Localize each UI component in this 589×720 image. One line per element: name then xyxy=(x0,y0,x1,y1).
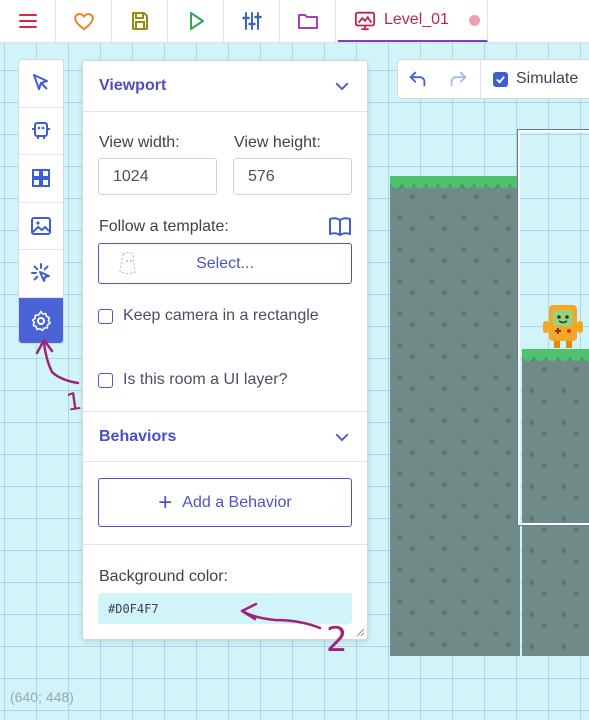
character-sprite[interactable] xyxy=(540,303,586,349)
select-template-button[interactable]: Select... xyxy=(98,243,352,284)
ui-layer-label: Is this room a UI layer? xyxy=(123,371,288,388)
play-icon xyxy=(189,12,204,30)
image-icon xyxy=(31,216,51,235)
bg-color-label: Background color: xyxy=(99,568,228,585)
tab-level-01[interactable]: Level_01 xyxy=(338,0,488,42)
grid-icon xyxy=(32,169,50,188)
tool-copies[interactable] xyxy=(19,108,63,155)
template-placeholder-icon xyxy=(119,252,136,274)
room-properties-panel: Viewport View width: View height: 1024 5… xyxy=(82,60,368,640)
favorite-button[interactable] xyxy=(56,0,112,42)
view-height-input[interactable]: 576 xyxy=(233,158,352,195)
chevron-down-icon xyxy=(335,82,349,91)
menu-button[interactable] xyxy=(0,0,56,42)
view-width-label: View width: xyxy=(99,134,180,151)
divider xyxy=(83,544,367,545)
room-icon xyxy=(354,11,376,31)
redo-button[interactable] xyxy=(438,60,478,98)
cursor-coordinates: (640; 448) xyxy=(10,689,74,705)
simulate-checkbox[interactable] xyxy=(493,71,508,87)
save-icon xyxy=(131,12,148,30)
tool-room-settings[interactable] xyxy=(19,297,63,343)
plus-icon: + xyxy=(158,488,173,516)
view-height-label: View height: xyxy=(234,134,321,151)
behaviors-section-header[interactable]: Behaviors xyxy=(83,412,367,462)
settings-icon xyxy=(31,310,51,332)
heart-icon xyxy=(73,13,94,30)
select-icon xyxy=(31,263,50,283)
keep-camera-option[interactable]: Keep camera in a rectangle xyxy=(98,307,319,325)
settings-sliders-button[interactable] xyxy=(224,0,280,42)
add-behavior-label: Add a Behavior xyxy=(182,493,292,511)
undo-button[interactable] xyxy=(398,60,438,98)
background-color-input[interactable]: #D0F4F7 xyxy=(98,593,352,624)
viewport-title: Viewport xyxy=(99,77,167,94)
view-width-input[interactable]: 1024 xyxy=(98,158,217,195)
redo-icon xyxy=(450,71,467,87)
project-folder-button[interactable] xyxy=(280,0,336,42)
tab-label: Level_01 xyxy=(384,11,449,28)
sliders-icon xyxy=(241,12,262,30)
divider xyxy=(83,111,367,112)
unsaved-indicator xyxy=(468,14,480,26)
keep-camera-checkbox[interactable] xyxy=(98,308,113,324)
annotation-arrow-1 xyxy=(42,341,80,385)
divider xyxy=(83,461,367,462)
template-label: Follow a template: xyxy=(99,218,229,235)
simulate-toggle[interactable]: Simulate xyxy=(493,70,578,88)
undo-icon xyxy=(409,71,426,87)
simulate-label: Simulate xyxy=(516,70,579,87)
ui-layer-option[interactable]: Is this room a UI layer? xyxy=(98,371,288,389)
folder-icon xyxy=(297,14,318,29)
book-icon[interactable] xyxy=(328,216,352,238)
viewport-section-header[interactable]: Viewport xyxy=(83,61,367,111)
top-toolbar: Level_01 xyxy=(0,0,589,43)
tool-backgrounds[interactable] xyxy=(19,203,63,250)
keep-camera-label: Keep camera in a rectangle xyxy=(123,307,319,324)
play-button[interactable] xyxy=(168,0,224,42)
save-button[interactable] xyxy=(112,0,168,42)
chevron-down-icon xyxy=(335,433,349,442)
add-behavior-button[interactable]: + Add a Behavior xyxy=(98,478,352,527)
ground-block-left[interactable] xyxy=(390,176,520,656)
check-icon xyxy=(496,75,505,84)
tool-select[interactable] xyxy=(19,60,63,108)
menu-icon xyxy=(18,14,37,28)
toolbar-separator xyxy=(480,60,481,98)
tool-tiles[interactable] xyxy=(19,155,63,203)
ui-layer-checkbox[interactable] xyxy=(98,372,113,388)
behaviors-title: Behaviors xyxy=(99,428,177,445)
grass-edge xyxy=(390,176,520,189)
pointer-icon xyxy=(33,74,48,91)
copy-icon xyxy=(32,121,50,139)
resize-handle-icon[interactable] xyxy=(355,627,365,637)
annotation-label-1: 1 xyxy=(64,387,83,417)
edit-toolbar: Simulate xyxy=(397,59,589,99)
tool-ui-select[interactable] xyxy=(19,250,63,298)
room-tools xyxy=(18,59,64,344)
